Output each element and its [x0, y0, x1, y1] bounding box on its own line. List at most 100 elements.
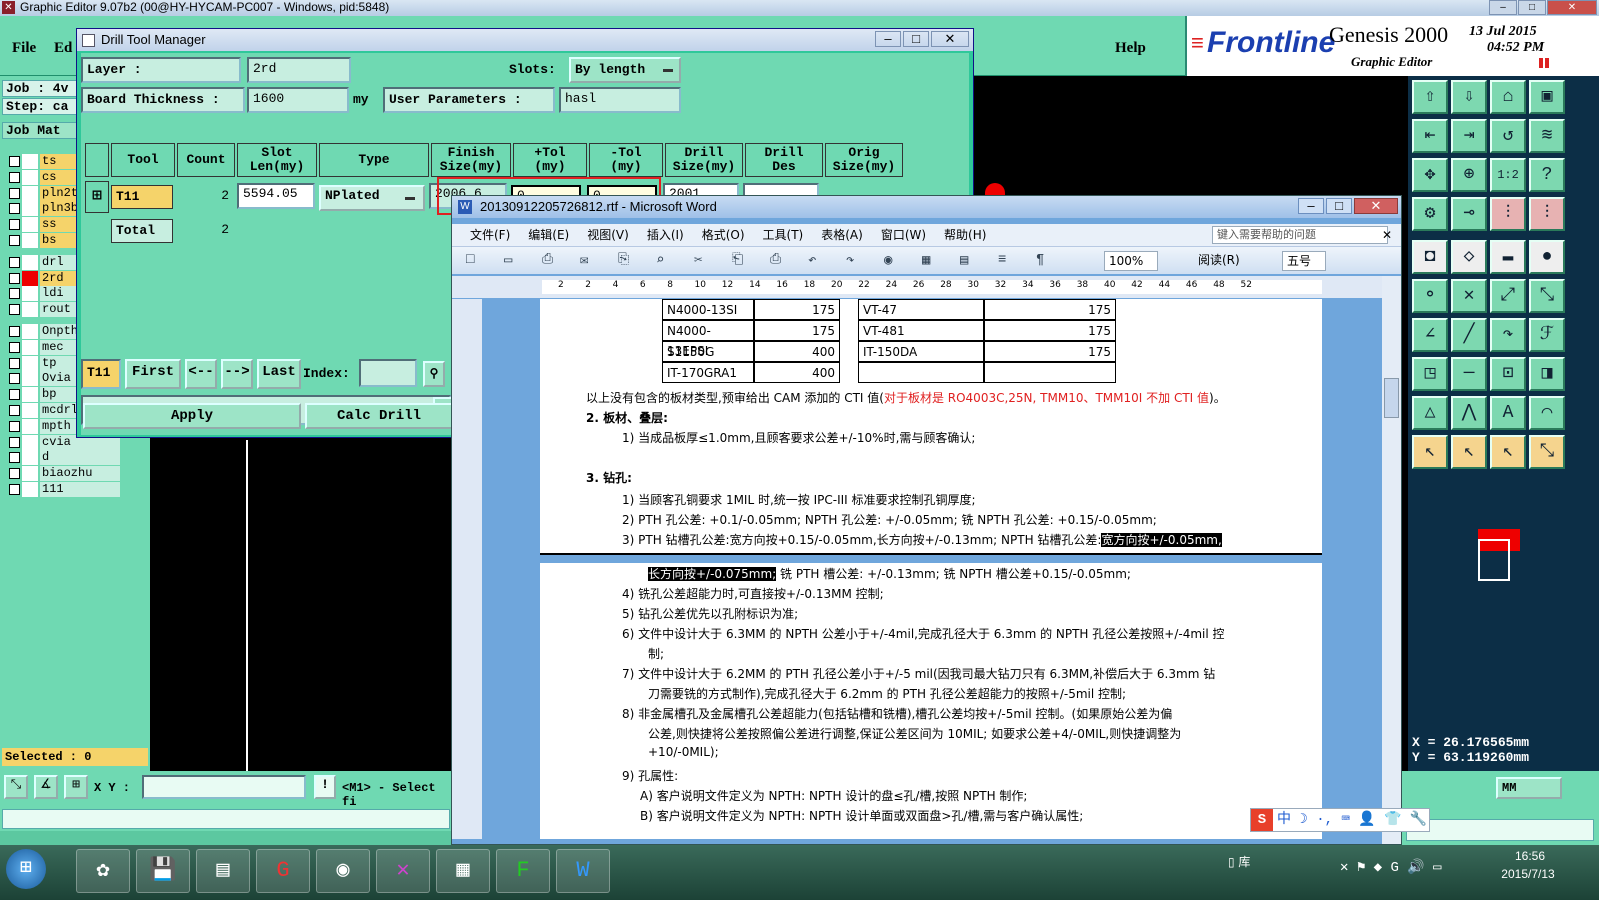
- layer-checkbox[interactable]: [9, 484, 20, 495]
- alert-icon[interactable]: !: [314, 775, 336, 799]
- minimize-button[interactable]: –: [1489, 0, 1517, 15]
- toolbar-icon[interactable]: ▦: [922, 252, 930, 269]
- word-maximize-button[interactable]: □: [1326, 198, 1352, 214]
- tool-button-icon[interactable]: ╱: [1451, 318, 1487, 352]
- tool-button-icon[interactable]: ◨: [1529, 357, 1565, 391]
- tool-button-icon[interactable]: ─: [1451, 357, 1487, 391]
- dtm-minimize-button[interactable]: –: [875, 31, 901, 47]
- toolbar-icon[interactable]: ⎗: [732, 252, 743, 268]
- layer-checkbox[interactable]: [9, 436, 20, 448]
- user-parameters-field[interactable]: hasl: [559, 87, 681, 113]
- tool-button-icon[interactable]: ⇥: [1451, 119, 1487, 153]
- word-menu-item[interactable]: 帮助(H): [944, 228, 986, 242]
- taskbar-genesis-icon[interactable]: G: [256, 849, 310, 893]
- tray-time[interactable]: 16:56: [1500, 849, 1560, 863]
- taskbar-notepad-icon[interactable]: ▤: [196, 849, 250, 893]
- zoom-dropdown[interactable]: 100%: [1104, 251, 1158, 271]
- tray-icons[interactable]: ✕ ⚑ ◆ G 🔊 ▭: [1340, 859, 1442, 876]
- tool-button-icon[interactable]: ⤡: [1529, 435, 1565, 469]
- toolbar-icon[interactable]: ⎘: [618, 252, 629, 268]
- graphic-canvas[interactable]: [150, 440, 450, 771]
- close-button[interactable]: ✕: [1547, 0, 1597, 15]
- tool-button-icon[interactable]: 1:2: [1490, 158, 1526, 192]
- tool-button-icon[interactable]: ⤡: [1529, 279, 1565, 313]
- word-menu-item[interactable]: 表格(A): [821, 228, 863, 242]
- tool-button-icon[interactable]: A: [1490, 396, 1526, 430]
- layer-swatch[interactable]: [22, 482, 38, 497]
- slot-length-cell[interactable]: 5594.05: [237, 183, 315, 209]
- prev-button[interactable]: <--: [185, 359, 217, 389]
- tool-button-icon[interactable]: ◇: [1451, 240, 1487, 274]
- xy-input[interactable]: [142, 775, 306, 799]
- index-field[interactable]: [359, 359, 417, 387]
- layer-swatch[interactable]: [22, 254, 38, 270]
- taskbar-frontline-icon[interactable]: F: [496, 849, 550, 893]
- layer-name[interactable]: 111: [40, 482, 120, 497]
- word-menu-item[interactable]: 格式(O): [702, 228, 745, 242]
- tool-button-icon[interactable]: ◘: [1412, 240, 1448, 274]
- layer-checkbox[interactable]: [9, 187, 20, 199]
- layer-checkbox[interactable]: [9, 235, 20, 246]
- layer-checkbox[interactable]: [9, 304, 20, 316]
- menu-file[interactable]: File: [12, 40, 36, 57]
- layer-checkbox[interactable]: [9, 373, 20, 385]
- layer-checkbox[interactable]: [9, 171, 20, 183]
- word-doc-close-icon[interactable]: ✕: [1382, 224, 1392, 246]
- taskbar-calculator-icon[interactable]: ▦: [436, 849, 490, 893]
- sogou-icon[interactable]: S: [1251, 809, 1273, 831]
- layer-swatch[interactable]: [22, 169, 38, 185]
- command-line[interactable]: [1406, 819, 1594, 841]
- apply-button[interactable]: Apply: [83, 403, 301, 429]
- unit-selector[interactable]: MM: [1496, 777, 1562, 799]
- layer-checkbox[interactable]: [9, 341, 20, 353]
- layer-swatch[interactable]: [22, 387, 38, 403]
- dtm-maximize-button[interactable]: □: [903, 31, 929, 47]
- job-matrix-button[interactable]: Job Mat: [2, 122, 82, 139]
- ime-toolbar[interactable]: S中 ☽ ·, ⌨ 👤 👕 🔧: [1250, 808, 1430, 832]
- tool-button-icon[interactable]: ⇩: [1451, 80, 1487, 114]
- layer-checkbox[interactable]: [9, 219, 20, 231]
- layer-checkbox[interactable]: [9, 326, 20, 337]
- tool-button-icon[interactable]: ⫶: [1490, 197, 1526, 231]
- layer-swatch[interactable]: [22, 434, 38, 450]
- layer-name[interactable]: d: [40, 450, 120, 466]
- layer-swatch[interactable]: [22, 286, 38, 302]
- toolbar-icon[interactable]: ⎙: [770, 252, 781, 268]
- tool-button-icon[interactable]: ✕: [1451, 279, 1487, 313]
- layer-checkbox[interactable]: [9, 256, 20, 268]
- toolbar-icon[interactable]: ⎙: [542, 252, 553, 268]
- layer-swatch[interactable]: [22, 339, 38, 355]
- layer-checkbox[interactable]: [9, 156, 20, 167]
- layer-swatch[interactable]: [22, 450, 38, 466]
- slots-dropdown[interactable]: By length: [569, 57, 681, 83]
- tool-button-icon[interactable]: ⋀: [1451, 396, 1487, 430]
- layer-row-d[interactable]: d: [6, 450, 120, 466]
- toolbar-icon[interactable]: ◉: [884, 252, 892, 269]
- vertical-scrollbar[interactable]: [1382, 276, 1401, 844]
- layer-checkbox[interactable]: [9, 357, 20, 369]
- taskbar-eye-icon[interactable]: ◉: [316, 849, 370, 893]
- toolbar-icon[interactable]: ⌕: [656, 252, 664, 269]
- tool-button-icon[interactable]: ↖: [1451, 435, 1487, 469]
- tool-button-icon[interactable]: ⤢: [1490, 279, 1526, 313]
- toolbar-icon[interactable]: ✉: [580, 252, 588, 269]
- scroll-thumb[interactable]: [1384, 378, 1399, 418]
- tool-button-icon[interactable]: ⊡: [1490, 357, 1526, 391]
- calc-drill-button[interactable]: Calc Drill: [305, 403, 455, 429]
- layer-checkbox[interactable]: [9, 203, 20, 215]
- word-menu-item[interactable]: 视图(V): [587, 228, 629, 242]
- type-dropdown[interactable]: NPlated: [319, 185, 425, 211]
- tool-button-icon[interactable]: ⚙: [1412, 197, 1448, 231]
- read-mode-button[interactable]: 阅读(R): [1198, 251, 1260, 271]
- tool-cell[interactable]: T11: [111, 185, 173, 209]
- font-size-dropdown[interactable]: 五号: [1282, 251, 1326, 271]
- layer-swatch[interactable]: [22, 233, 38, 248]
- layer-swatch[interactable]: [22, 403, 38, 418]
- toolbar-icon[interactable]: ✂: [694, 252, 702, 269]
- word-menu-item[interactable]: 文件(F): [470, 228, 510, 242]
- layer-row-111[interactable]: 111: [6, 482, 120, 497]
- document-page[interactable]: N4000-13SI 175 VT-47 175 N4000-13EPSI 175 VT-4…: [540, 299, 1322, 839]
- search-button[interactable]: ⚲: [423, 361, 445, 387]
- toolbar-icon[interactable]: ¶: [1036, 252, 1044, 268]
- word-menu-item[interactable]: 窗口(W): [881, 228, 926, 242]
